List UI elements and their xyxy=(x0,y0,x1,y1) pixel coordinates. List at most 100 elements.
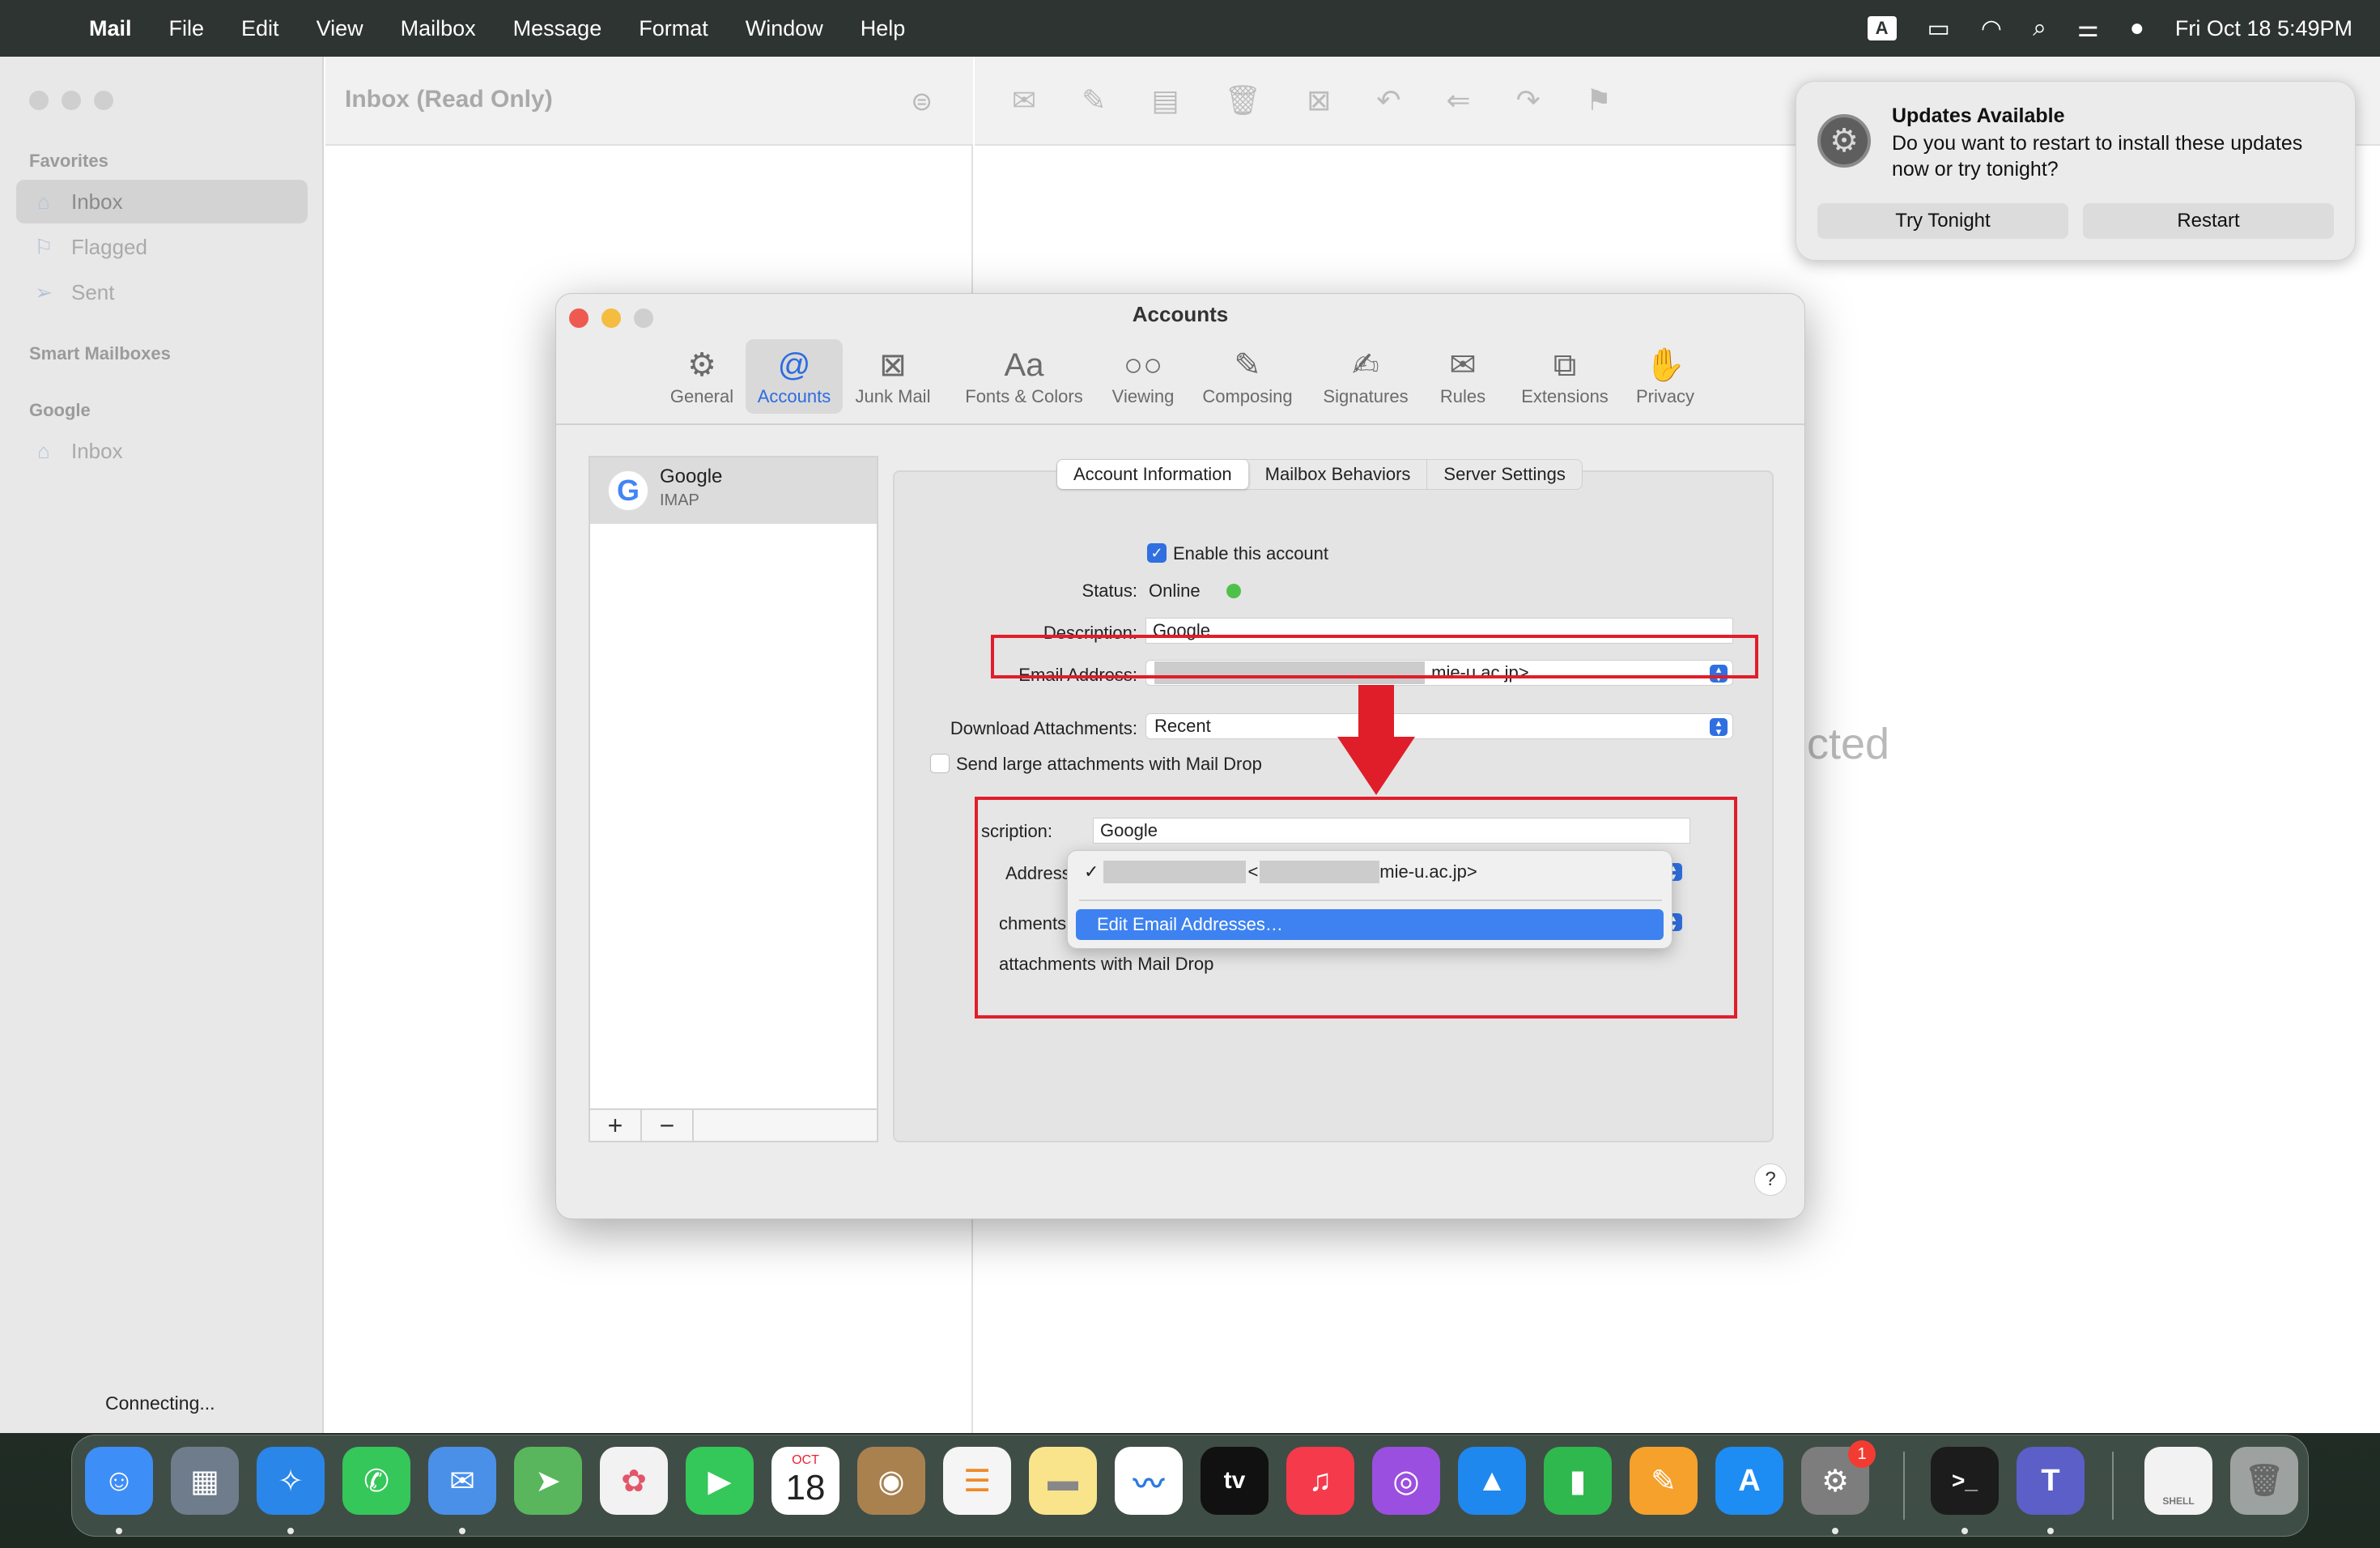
reply-all-icon[interactable]: ⇐ xyxy=(1446,83,1470,117)
app-store-icon[interactable]: A xyxy=(1715,1447,1783,1515)
mail-drop-checkbox[interactable] xyxy=(930,754,950,773)
status-label: Status: xyxy=(1082,580,1137,601)
teams-icon[interactable]: T xyxy=(2017,1447,2085,1515)
safari-icon[interactable]: ✧ xyxy=(257,1447,325,1515)
menu-format[interactable]: Format xyxy=(639,16,708,41)
launchpad-icon[interactable]: ▦ xyxy=(171,1447,239,1515)
freeform-icon[interactable]: 〰 xyxy=(1115,1447,1183,1515)
tab-privacy[interactable]: ✋ Privacy xyxy=(1625,339,1706,414)
sidebar-item-google-inbox[interactable]: ⌂ Inbox xyxy=(16,429,308,473)
running-indicator xyxy=(1832,1528,1838,1534)
keynote-icon[interactable]: ▲ xyxy=(1458,1447,1526,1515)
try-tonight-button[interactable]: Try Tonight xyxy=(1817,203,2068,239)
battery-icon[interactable]: ▭ xyxy=(1927,15,1950,43)
calendar-icon[interactable]: OCT 18 xyxy=(771,1447,839,1515)
menu-view[interactable]: View xyxy=(317,16,363,41)
reminders-icon[interactable]: ☰ xyxy=(943,1447,1011,1515)
get-mail-icon[interactable]: ✉ xyxy=(1012,83,1036,117)
tab-label: Fonts & Colors xyxy=(965,386,1083,406)
maps-icon[interactable]: ➤ xyxy=(514,1447,582,1515)
notes-icon[interactable]: ▬ xyxy=(1029,1447,1097,1515)
tv-label: tv xyxy=(1223,1467,1246,1494)
tab-general[interactable]: ⚙ General xyxy=(661,339,742,414)
wifi-icon[interactable]: ◠ xyxy=(1981,15,2002,43)
sidebar-item-sent[interactable]: ➢ Sent xyxy=(16,270,308,314)
tab-label: Accounts xyxy=(757,386,831,406)
trash-icon[interactable]: 🗑 xyxy=(2230,1447,2298,1515)
sidebar-item-flagged[interactable]: ⚐ Flagged xyxy=(16,225,308,269)
menu-window[interactable]: Window xyxy=(746,16,823,41)
help-button[interactable]: ? xyxy=(1754,1163,1787,1196)
mail-drop-label: Send large attachments with Mail Drop xyxy=(956,754,1262,774)
facetime-icon[interactable]: ▶ xyxy=(686,1447,754,1515)
input-source-icon[interactable]: A xyxy=(1867,16,1897,40)
sidebar-item-inbox[interactable]: ⌂ Inbox xyxy=(16,180,308,223)
trash-icon[interactable]: 🗑 xyxy=(1224,83,1261,117)
tab-label: Rules xyxy=(1439,386,1486,406)
menu-edit[interactable]: Edit xyxy=(241,16,279,41)
enable-account-checkbox[interactable]: ✓ xyxy=(1147,543,1167,563)
menu-app-mail[interactable]: Mail xyxy=(89,16,132,41)
clock[interactable]: Fri Oct 18 5:49PM xyxy=(2175,16,2352,41)
siri-icon[interactable]: ● xyxy=(2130,15,2144,42)
menu-mailbox[interactable]: Mailbox xyxy=(401,16,476,41)
flag-icon[interactable]: ⚑ xyxy=(1586,83,1612,117)
junk-icon[interactable]: ⊠ xyxy=(1307,83,1331,117)
tab-extensions[interactable]: ⧉ Extensions xyxy=(1508,339,1621,414)
filter-icon[interactable]: ⊜ xyxy=(911,86,933,117)
archive-icon[interactable]: ▤ xyxy=(1151,83,1179,117)
tab-rules[interactable]: ✉ Rules xyxy=(1427,339,1498,414)
shell-document-icon[interactable]: SHELL xyxy=(2144,1447,2212,1515)
font-icon: Aa xyxy=(1004,347,1044,383)
remove-account-button[interactable]: − xyxy=(642,1110,694,1141)
account-row-google[interactable]: G Google IMAP xyxy=(590,457,877,524)
download-attachments-popup[interactable]: Recent ▴ ▾ xyxy=(1145,713,1733,739)
pages-icon[interactable]: ✎ xyxy=(1630,1447,1698,1515)
mail-icon[interactable]: ✉ xyxy=(428,1447,496,1515)
control-center-icon[interactable]: ⚌ xyxy=(2077,15,2099,43)
segment-server-settings[interactable]: Server Settings xyxy=(1427,460,1581,489)
finder-icon[interactable]: ☺ xyxy=(85,1447,153,1515)
tab-viewing[interactable]: ○○ Viewing xyxy=(1100,339,1186,414)
dock-separator xyxy=(2112,1452,2114,1520)
segment-mailbox-behaviors[interactable]: Mailbox Behaviors xyxy=(1249,460,1428,489)
account-name: Google xyxy=(660,466,723,487)
update-notification[interactable]: ⚙ Updates Available Do you want to resta… xyxy=(1796,81,2356,261)
photos-icon[interactable]: ✿ xyxy=(600,1447,668,1515)
messages-icon[interactable]: ✆ xyxy=(342,1447,410,1515)
apple-tv-icon[interactable]: tv xyxy=(1201,1447,1269,1515)
menu-bar: Mail File Edit View Mailbox Message Form… xyxy=(0,0,2380,57)
reply-icon[interactable]: ↶ xyxy=(1376,83,1400,117)
tab-label: Viewing xyxy=(1111,386,1175,406)
zoom-button[interactable] xyxy=(94,91,113,110)
smart-mailboxes-heading[interactable]: Smart Mailboxes xyxy=(29,343,171,364)
forward-icon[interactable]: ↷ xyxy=(1516,83,1541,117)
paperplane-icon: ➢ xyxy=(35,279,53,304)
tab-junk-mail[interactable]: ⊠ Junk Mail xyxy=(848,339,938,414)
compose-icon[interactable]: ✎ xyxy=(1082,83,1106,117)
menu-help[interactable]: Help xyxy=(861,16,906,41)
podcasts-icon[interactable]: ◎ xyxy=(1372,1447,1440,1515)
notification-body: Do you want to restart to install these … xyxy=(1892,132,2303,181)
tab-accounts[interactable]: @ Accounts xyxy=(746,339,843,414)
search-icon[interactable]: ⌕ xyxy=(2033,15,2046,42)
segment-account-information[interactable]: Account Information xyxy=(1057,460,1249,489)
tab-composing[interactable]: ✎ Composing xyxy=(1192,339,1303,414)
close-button[interactable] xyxy=(29,91,49,110)
menu-file[interactable]: File xyxy=(169,16,205,41)
tab-fonts-colors[interactable]: Aa Fonts & Colors xyxy=(954,339,1094,414)
system-settings-icon[interactable]: ⚙ 1 xyxy=(1801,1440,1876,1515)
terminal-icon[interactable]: >_ xyxy=(1931,1447,1999,1515)
music-icon[interactable]: ♫ xyxy=(1286,1447,1354,1515)
minimize-button[interactable] xyxy=(62,91,81,110)
contacts-icon[interactable]: ◉ xyxy=(857,1447,925,1515)
list-toolbar: Inbox (Read Only) ⊜ xyxy=(325,57,973,146)
tab-signatures[interactable]: ✍ Signatures xyxy=(1309,339,1422,414)
google-heading[interactable]: Google xyxy=(29,400,91,421)
restart-button[interactable]: Restart xyxy=(2083,203,2334,239)
menu-message[interactable]: Message xyxy=(513,16,602,41)
numbers-icon[interactable]: ▮ xyxy=(1544,1447,1612,1515)
add-account-button[interactable]: + xyxy=(590,1110,642,1141)
account-list: G Google IMAP + − xyxy=(589,456,878,1142)
inset-highlight-box xyxy=(975,797,1737,1019)
